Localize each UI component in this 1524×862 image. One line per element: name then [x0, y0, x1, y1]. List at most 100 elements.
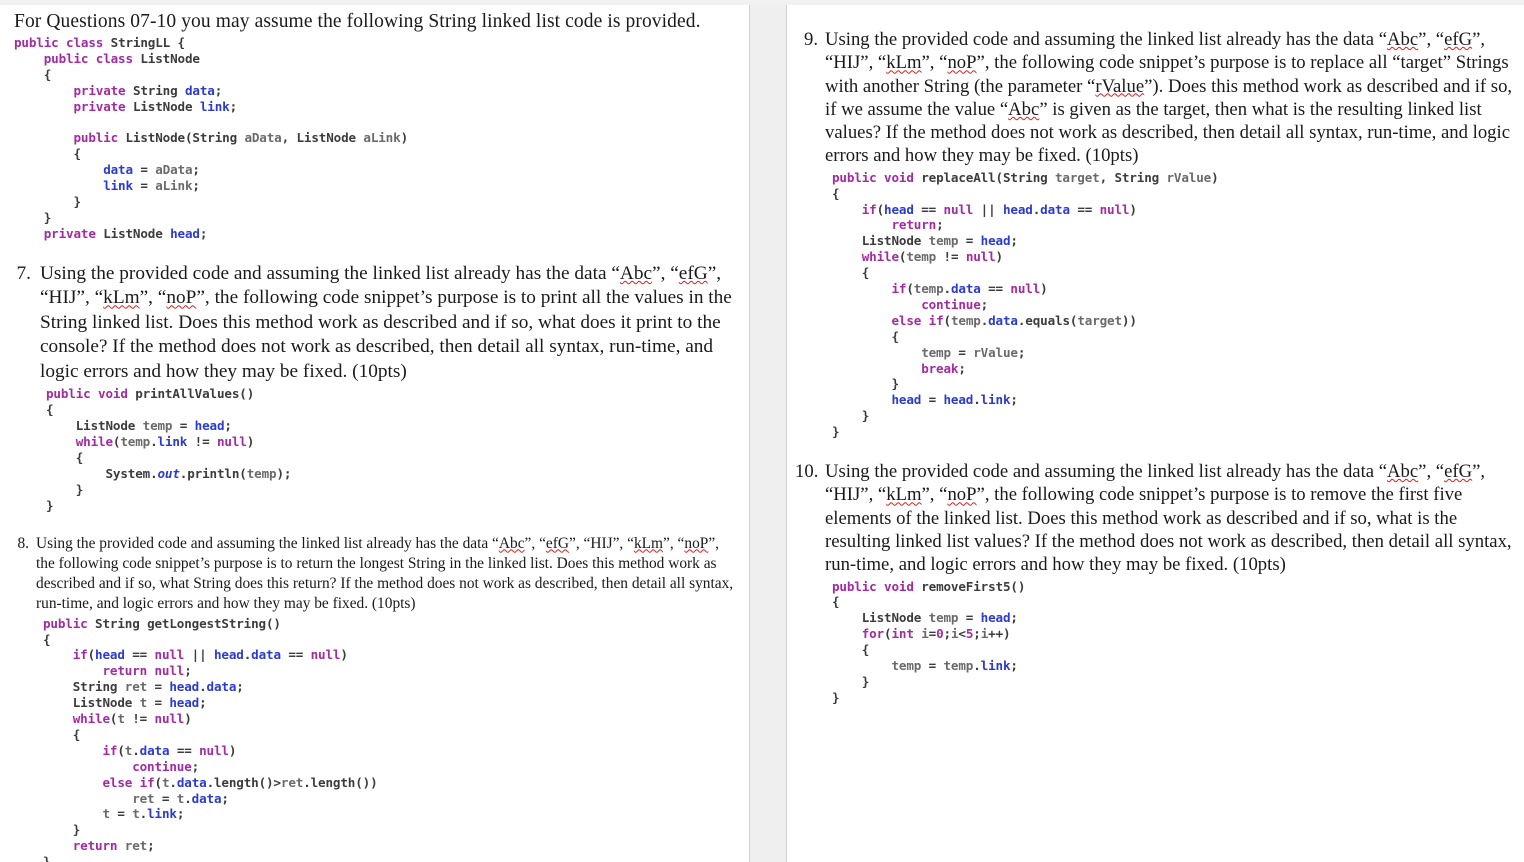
- code-token: link: [980, 392, 1011, 408]
- code-token: ;: [191, 758, 200, 774]
- code-token: ;: [199, 695, 207, 711]
- code-token: ): [400, 130, 409, 146]
- code-token: ): [1040, 281, 1048, 297]
- code-token: ;: [1010, 392, 1018, 408]
- spellcheck-flagged-word: noP: [947, 484, 977, 506]
- document-page-left: For Questions 07-10 you may assume the f…: [0, 0, 750, 862]
- code-token: .: [973, 392, 981, 408]
- code-token: public: [14, 35, 59, 50]
- code-token: ==: [280, 647, 311, 663]
- spellcheck-flagged-word: Abc: [619, 262, 653, 284]
- code-token: ==: [913, 201, 944, 217]
- code-token: public: [832, 578, 877, 594]
- code-token: )): [1121, 312, 1137, 328]
- code-token: .: [150, 465, 158, 481]
- code-token: aLink: [363, 130, 401, 146]
- code-token: =: [958, 610, 981, 626]
- code-token: {: [891, 328, 899, 344]
- code-token: =: [921, 658, 944, 674]
- code-token: ++): [988, 626, 1011, 642]
- code-token: (: [876, 201, 885, 217]
- question-row: 10. Using the provided code and assuming …: [795, 460, 1515, 576]
- code-token: );: [276, 465, 292, 481]
- question-text: Using the provided code and assuming the…: [825, 29, 1513, 167]
- code-token: public: [43, 50, 89, 66]
- code-token: rValue: [973, 344, 1018, 360]
- question-text: Using the provided code and assuming the…: [36, 534, 734, 612]
- code-token: link: [980, 658, 1011, 674]
- code-token: {: [832, 185, 840, 201]
- code-token: rValue: [1166, 169, 1212, 185]
- code-token: link: [199, 98, 230, 114]
- code-token: String: [95, 615, 140, 631]
- code-token: if: [891, 281, 907, 297]
- question-row: 9. Using the provided code and assuming t…: [795, 28, 1515, 168]
- code-token: =: [958, 233, 981, 249]
- code-token: return: [891, 217, 937, 233]
- spellcheck-flagged-word: efG: [1444, 461, 1473, 483]
- code-token: String: [1002, 169, 1048, 185]
- code-token: data: [191, 790, 222, 806]
- code-token: ret: [132, 790, 155, 806]
- code-token: head: [980, 610, 1011, 626]
- code-token: if: [928, 312, 944, 328]
- code-token: void: [98, 386, 128, 402]
- code-token: private: [73, 82, 126, 98]
- code-token: break: [921, 360, 959, 376]
- code-token: {: [75, 449, 84, 465]
- code-token: StringLL: [110, 35, 171, 50]
- code-token: .: [132, 742, 140, 758]
- code-token: int: [891, 626, 914, 642]
- spellcheck-flagged-word: efG: [1444, 29, 1473, 50]
- code-token: ;: [980, 296, 989, 312]
- code-token: continue: [132, 758, 192, 774]
- spellcheck-flagged-word: Abc: [1387, 461, 1419, 483]
- code-token: .: [169, 774, 177, 790]
- code-token: null: [965, 249, 996, 265]
- code-token: ListNode: [125, 130, 186, 146]
- code-token: .: [980, 312, 989, 328]
- code-token: }: [73, 194, 81, 210]
- code-token: (): [1010, 578, 1026, 594]
- code-token: data: [988, 312, 1018, 328]
- spellcheck-flagged-word: kLm: [633, 534, 664, 552]
- code-token: println: [187, 465, 240, 481]
- code-token: =: [921, 392, 944, 408]
- code-token: }: [46, 497, 54, 513]
- code-token: temp: [246, 465, 277, 481]
- code-token: ;: [229, 98, 238, 114]
- code-token: (: [87, 647, 96, 663]
- code-token: ;: [1017, 344, 1026, 360]
- code-token: equals: [1025, 312, 1070, 328]
- code-token: null: [154, 647, 185, 663]
- code-token: ;: [221, 790, 229, 806]
- code-token: null: [310, 647, 341, 663]
- code-token: temp: [120, 434, 151, 449]
- code-token: data: [184, 82, 215, 98]
- code-token: null: [1010, 281, 1041, 297]
- code-token: .: [184, 790, 192, 806]
- code-token: =: [928, 626, 937, 642]
- question-block: 10. Using the provided code and assuming …: [795, 460, 1515, 706]
- code-token: data: [103, 162, 133, 178]
- code-token: }: [832, 424, 840, 440]
- spellcheck-flagged-word: kLm: [886, 52, 922, 74]
- code-token: null: [1099, 201, 1130, 217]
- code-token: temp: [928, 233, 959, 249]
- code-token: target: [1055, 169, 1100, 185]
- code-token: continue: [921, 296, 981, 312]
- code-token: return: [72, 838, 118, 854]
- code-token: head: [884, 201, 914, 217]
- code-token: ListNode: [861, 233, 922, 249]
- code-token: !=: [187, 434, 217, 449]
